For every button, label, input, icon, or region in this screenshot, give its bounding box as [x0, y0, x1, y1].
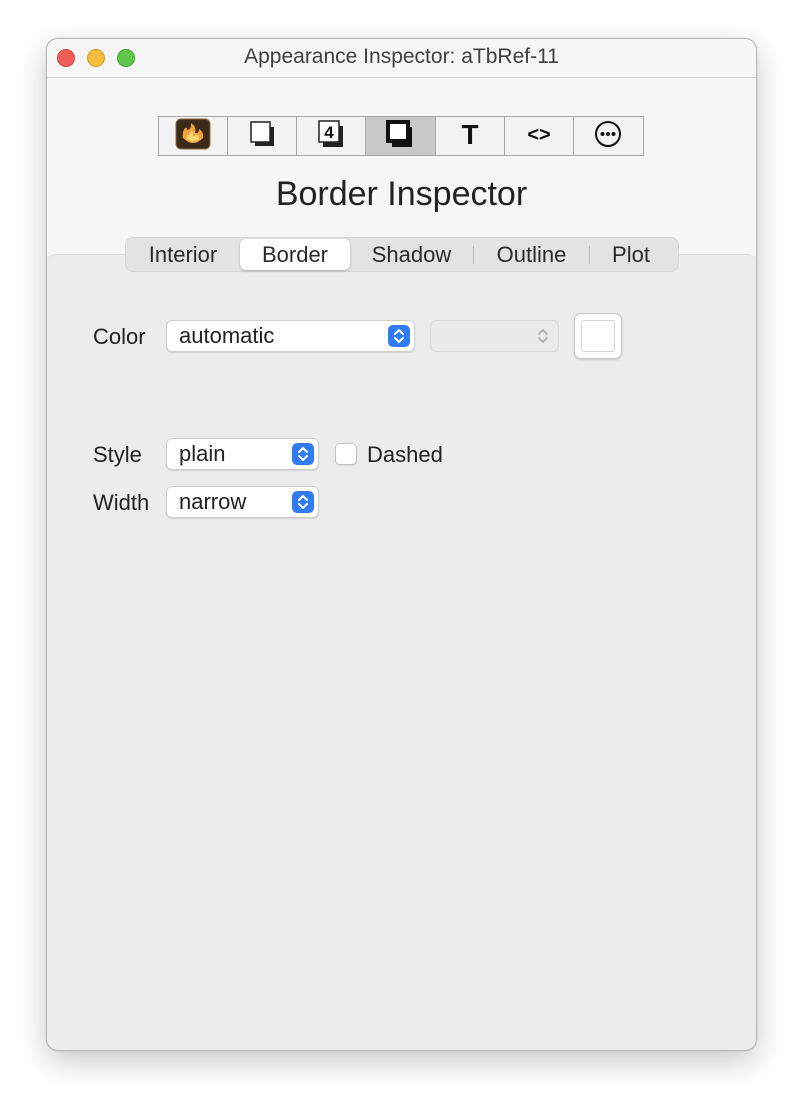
tab-outline[interactable]: Outline [474, 239, 589, 270]
note-shadow-icon [246, 118, 278, 155]
inspector-tabs: Interior Border Shadow Outline Plot [125, 237, 679, 272]
inspector-heading: Border Inspector [275, 175, 528, 213]
dashed-label[interactable]: Dashed [367, 442, 443, 468]
chevron-updown-icon [292, 491, 314, 513]
color-swatch-fill [581, 320, 615, 352]
chevron-updown-icon [388, 325, 410, 347]
tab-shadow[interactable]: Shadow [350, 239, 473, 270]
inspector-header-area [47, 78, 756, 256]
toolbar-code-button[interactable]: <> [505, 117, 574, 155]
window-title: Appearance Inspector: aTbRef-11 [244, 45, 559, 68]
inspector-window: Appearance Inspector: aTbRef-11 4 T <> B… [46, 38, 757, 1051]
color-popup[interactable]: automatic [166, 320, 415, 352]
toolbar-appearance-button[interactable] [228, 117, 298, 155]
code-icon: <> [522, 118, 556, 155]
dashed-checkbox[interactable] [335, 443, 357, 465]
chevron-updown-icon [292, 443, 314, 465]
svg-text:<>: <> [527, 124, 550, 146]
flame-icon [175, 118, 211, 155]
toolbar-text-button[interactable]: T [436, 117, 505, 155]
style-popup-value: plain [179, 441, 226, 466]
toolbar-general-button[interactable] [159, 117, 229, 155]
toolbar-more-button[interactable] [574, 117, 643, 155]
style-label: Style [93, 442, 142, 467]
svg-text:4: 4 [325, 123, 335, 142]
inspector-panel [48, 254, 755, 1049]
more-icon [593, 119, 623, 154]
style-popup[interactable]: plain [166, 438, 319, 470]
svg-text:T: T [461, 119, 478, 150]
width-label: Width [93, 490, 150, 515]
toolbar-badge-button[interactable]: 4 [297, 117, 367, 155]
color-popup-value: automatic [179, 323, 275, 348]
tab-plot[interactable]: Plot [590, 239, 672, 270]
title-bar: Appearance Inspector: aTbRef-11 [47, 39, 756, 78]
width-popup[interactable]: narrow [166, 486, 319, 518]
width-popup-value: narrow [179, 489, 247, 514]
color-swatch[interactable] [574, 313, 622, 359]
color-label: Color [93, 324, 146, 349]
number-badge-icon: 4 [314, 118, 348, 155]
chevron-updown-icon [532, 325, 554, 347]
inspector-toolbar: 4 T <> [158, 116, 644, 156]
toolbar-border-button[interactable] [366, 117, 436, 155]
border-icon [383, 118, 417, 155]
tab-interior[interactable]: Interior [126, 239, 240, 270]
text-icon: T [455, 118, 485, 155]
color-secondary-popup[interactable] [430, 320, 559, 352]
tab-border[interactable]: Border [240, 239, 350, 270]
